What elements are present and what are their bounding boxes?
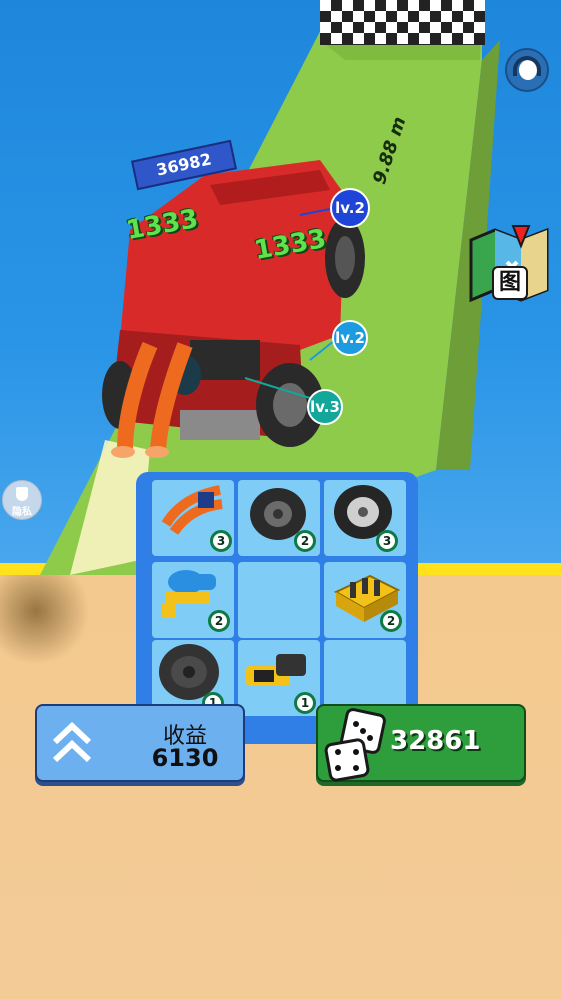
level-badge: 2 (208, 610, 230, 632)
headset-band (513, 56, 541, 76)
privacy-button[interactable]: 隐私 (2, 480, 42, 520)
grid-cell[interactable]: 2 (238, 480, 320, 556)
shield-icon (16, 487, 28, 501)
part-level-tag: lv.3 (307, 389, 343, 425)
game-scene: 36982 1333 1333 9.88 m lv.2 lv.2 lv.3 图 … (0, 0, 561, 999)
headset-support-icon[interactable] (505, 48, 549, 92)
grid-cell[interactable]: 1 (238, 640, 320, 716)
spray-nozzle-icon (246, 654, 306, 686)
grid-cell[interactable]: 3 (324, 480, 406, 556)
buy-dice-button[interactable]: 32861 (316, 704, 526, 782)
dust-cloud (0, 575, 90, 665)
grid-cell[interactable]: 3 (152, 480, 234, 556)
grid-cell[interactable]: 2 (324, 562, 406, 638)
level-badge: 2 (380, 610, 402, 632)
merge-grid: 3 2 3 2 2 1 1 (146, 476, 410, 716)
grid-cell-empty[interactable] (238, 562, 320, 638)
part-level-tag: lv.2 (330, 188, 370, 228)
privacy-label: 隐私 (12, 507, 32, 518)
double-chevron-up-icon (52, 721, 92, 763)
level-badge: 3 (210, 530, 232, 552)
finish-line (320, 0, 485, 45)
level-badge: 3 (376, 530, 398, 552)
level-badge: 1 (294, 692, 316, 714)
map-label: 图 (492, 266, 528, 300)
income-upgrade-button[interactable]: 收益 6130 (35, 704, 245, 782)
dice-icon (324, 708, 386, 782)
dice-cost-value: 32861 (390, 726, 481, 756)
level-badge: 2 (294, 530, 316, 552)
part-level-tag: lv.2 (332, 320, 368, 356)
income-value: 6130 (151, 744, 219, 772)
grid-cell[interactable]: 2 (152, 562, 234, 638)
